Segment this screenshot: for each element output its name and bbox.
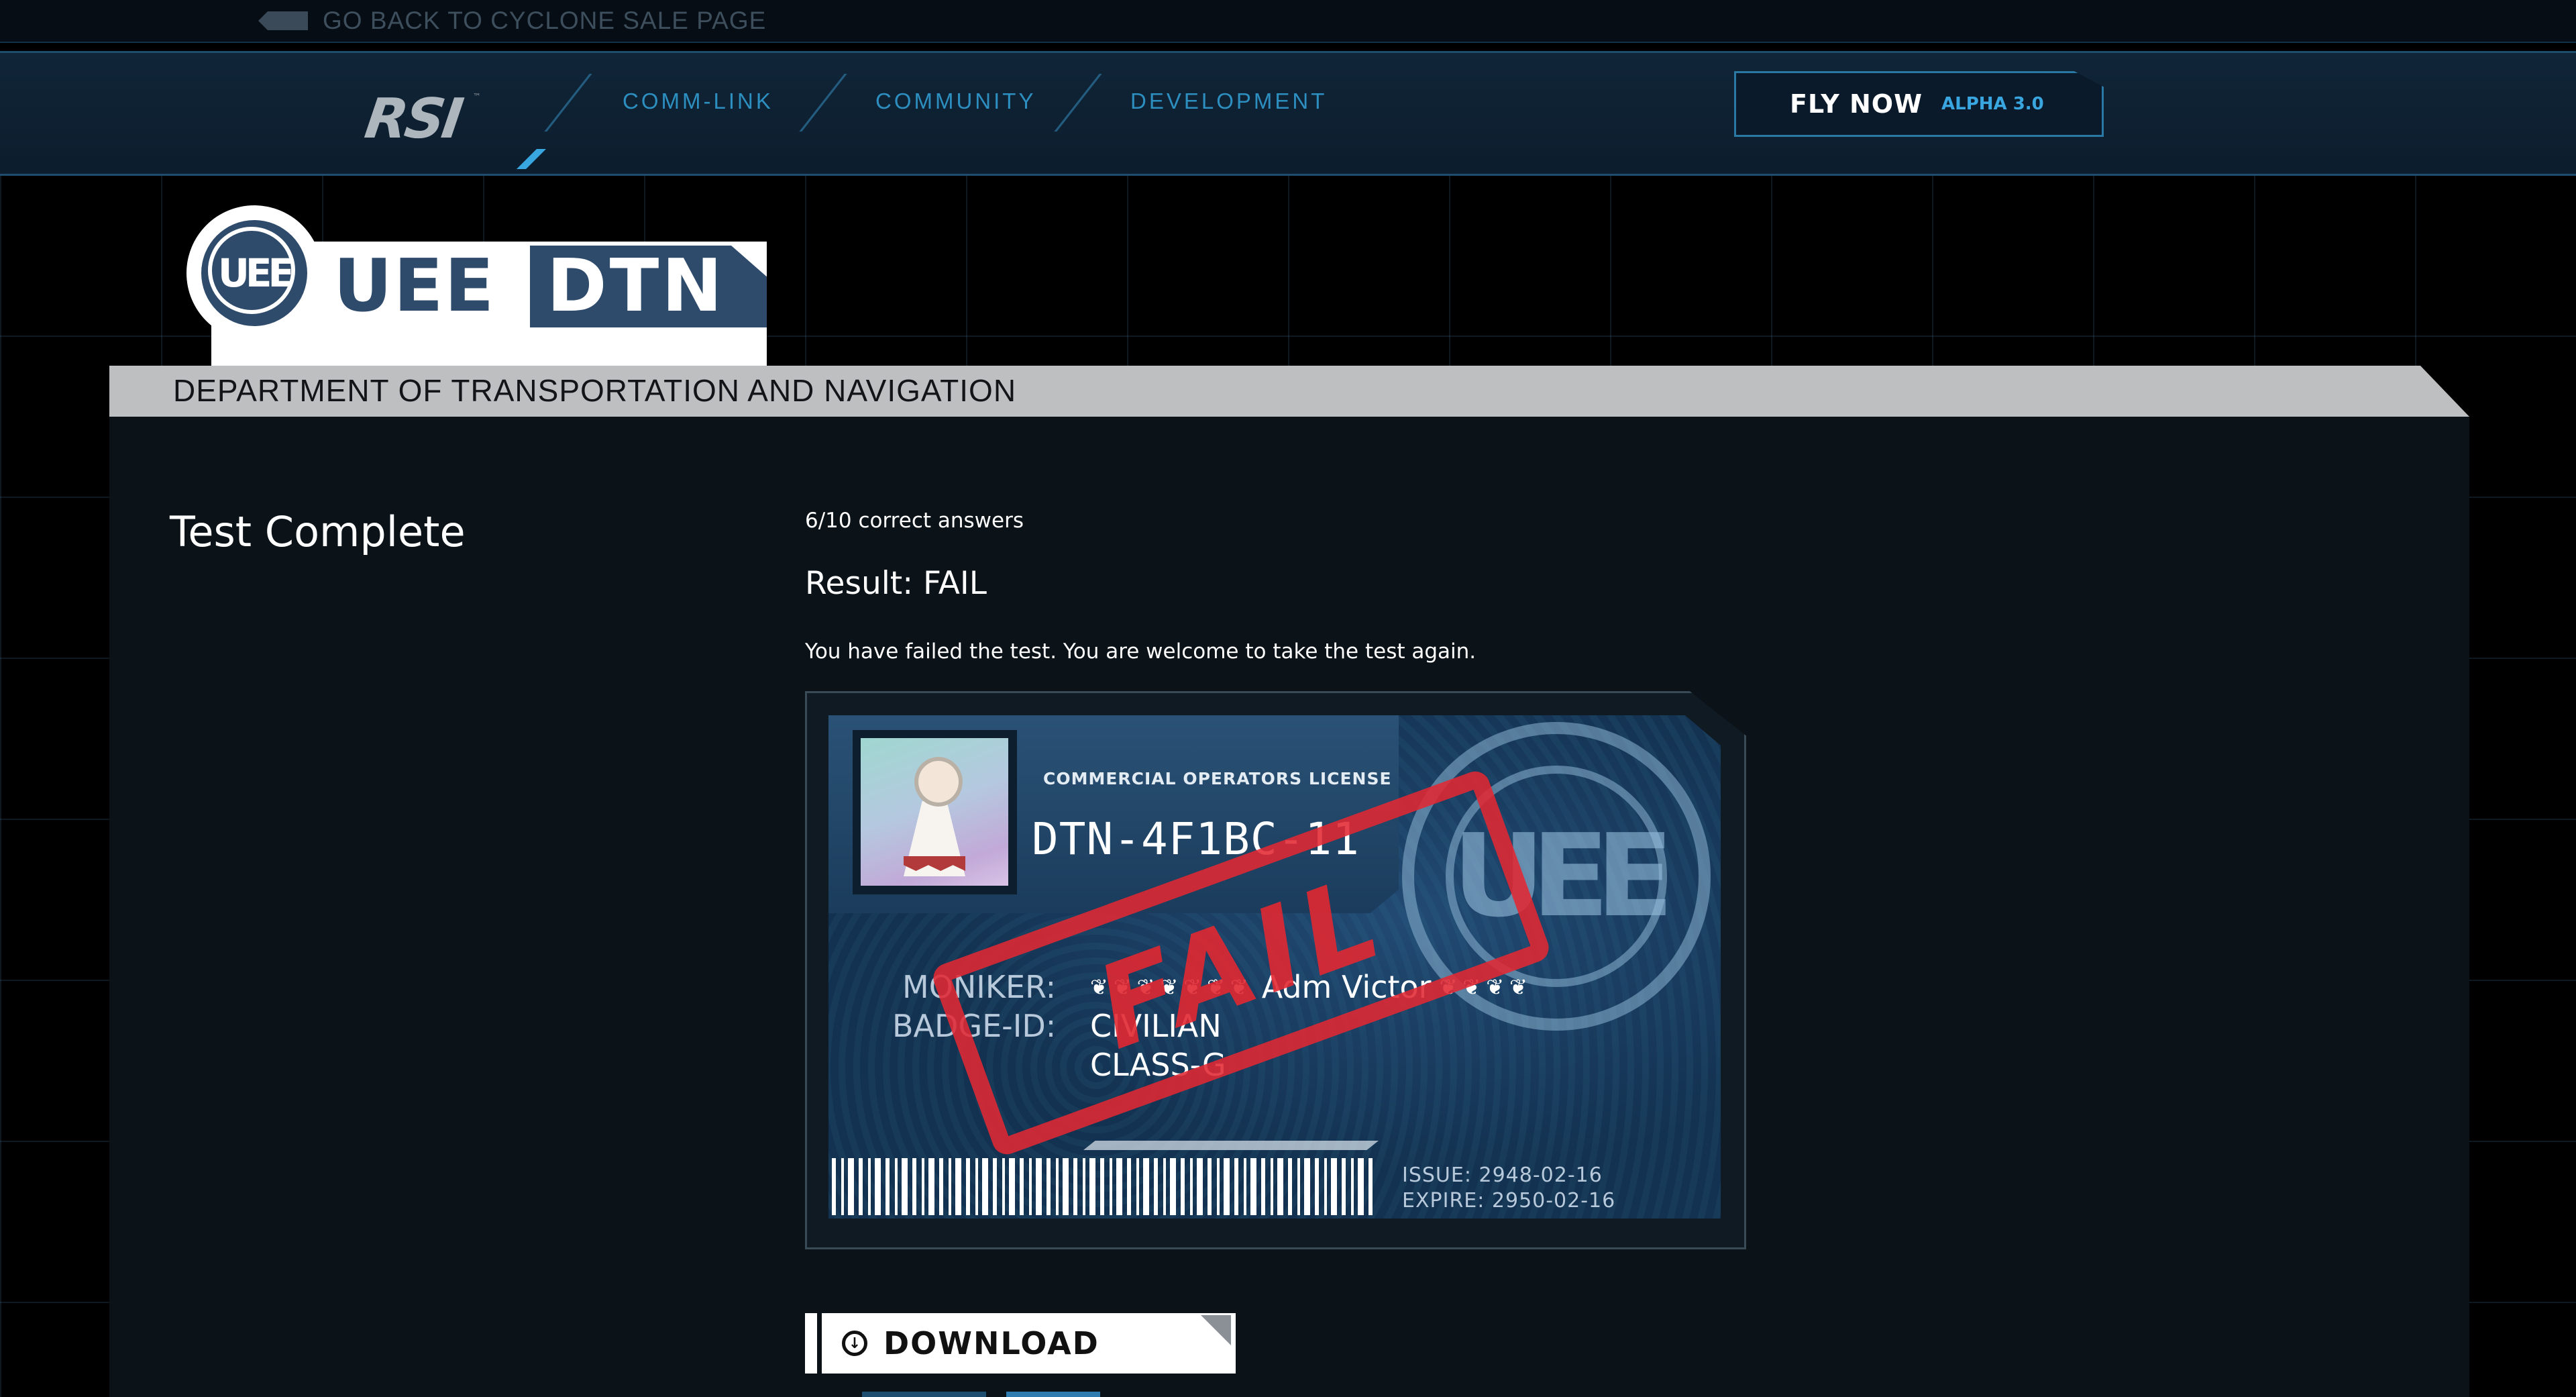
barcode (832, 1158, 1375, 1215)
download-button[interactable]: ↓ DOWNLOAD (822, 1313, 1236, 1374)
rsi-logo[interactable]: RSI (361, 87, 464, 151)
expire-date: EXPIRE: 2950-02-16 (1402, 1189, 1616, 1212)
trademark-mark: ™ (473, 92, 481, 101)
license-type: COMMERCIAL OPERATORS LICENSE (1043, 769, 1392, 788)
fly-now-label: FLY NOW (1790, 89, 1923, 119)
result-text: Result: FAIL (805, 565, 987, 602)
back-link[interactable]: GO BACK TO CYCLONE SALE PAGE (258, 4, 766, 38)
back-link-label: GO BACK TO CYCLONE SALE PAGE (323, 7, 767, 34)
issue-date: ISSUE: 2948-02-16 (1402, 1163, 1603, 1187)
logo-dtn-text: DTN (547, 244, 725, 328)
fly-version-label: ALPHA 3.0 (1941, 94, 2044, 114)
nav-item-comm-link[interactable]: COMM-LINK (623, 89, 773, 114)
arrow-left-icon (258, 11, 308, 30)
fly-now-button[interactable]: FLY NOW ALPHA 3.0 (1734, 71, 2104, 137)
barcode-rail (1083, 1141, 1379, 1150)
uee-seal-ring (208, 227, 295, 314)
logo-uee-text: UEE (333, 244, 496, 328)
continue-tab[interactable] (1006, 1392, 1100, 1397)
nav-item-community[interactable]: COMMUNITY (875, 89, 1036, 114)
department-title: DEPARTMENT OF TRANSPORTATION AND NAVIGAT… (173, 373, 1017, 408)
download-accent (805, 1313, 817, 1374)
download-icon: ↓ (842, 1331, 867, 1356)
department-bar: DEPARTMENT OF TRANSPORTATION AND NAVIGAT… (109, 366, 2469, 417)
page-title: Test Complete (170, 507, 466, 556)
download-label: DOWNLOAD (883, 1325, 1099, 1361)
nav-item-development[interactable]: DEVELOPMENT (1130, 89, 1327, 114)
score-text: 6/10 correct answers (805, 509, 1024, 533)
back-bar: GO BACK TO CYCLONE SALE PAGE (0, 0, 2576, 43)
result-message: You have failed the test. You are welcom… (805, 639, 1477, 664)
retake-tab[interactable] (862, 1392, 986, 1397)
avatar-photo (861, 738, 1008, 886)
